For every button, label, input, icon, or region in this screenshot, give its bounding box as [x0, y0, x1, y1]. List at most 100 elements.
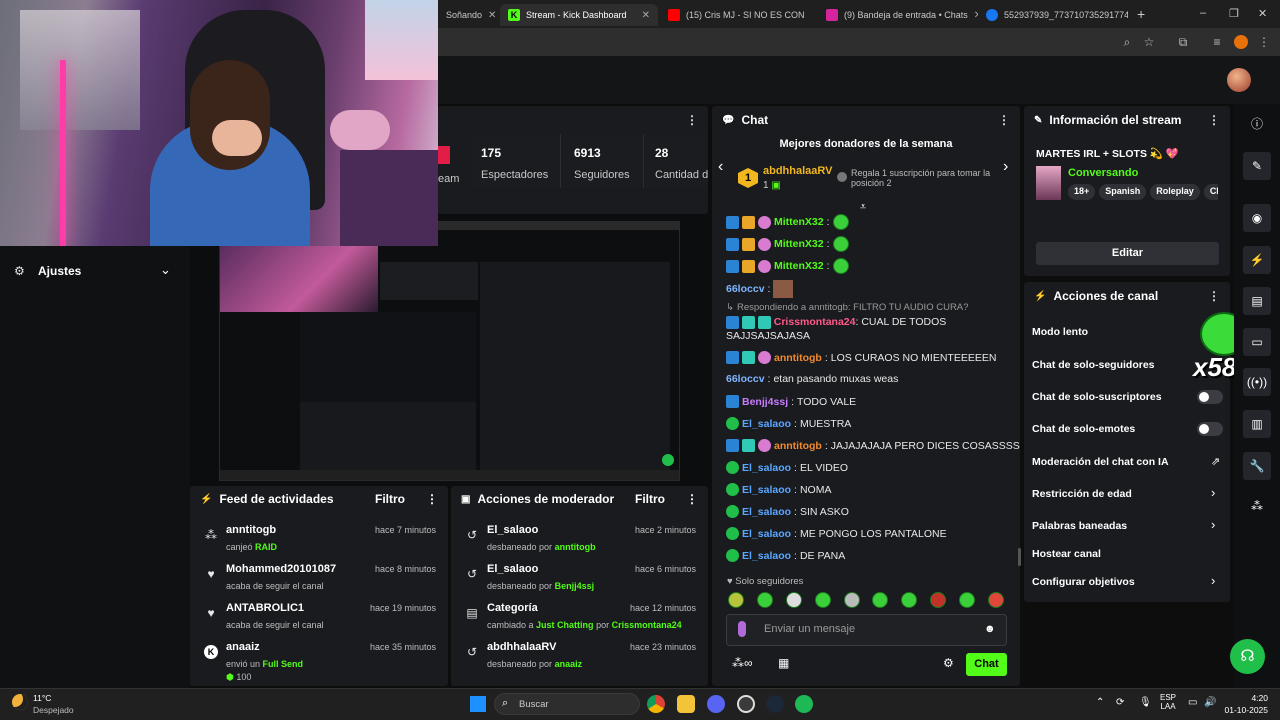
action-subscribers-only[interactable]: Chat de solo-suscriptores — [1032, 391, 1162, 403]
chat-message[interactable]: El_salaoo: DE PANA — [726, 549, 845, 562]
tag[interactable]: 18+ — [1068, 184, 1096, 200]
send-chat-button[interactable]: Chat — [966, 653, 1007, 676]
weather-moon-icon[interactable] — [12, 694, 28, 710]
minimize-button[interactable]: – — [1200, 7, 1206, 19]
info-icon[interactable]: ⓘ — [1243, 110, 1271, 138]
tab-kick-dashboard[interactable]: K Stream - Kick Dashboard ✕ — [500, 4, 658, 26]
discord-icon[interactable] — [707, 695, 725, 713]
more-icon[interactable]: ⋮ — [686, 492, 698, 506]
profile-icon[interactable] — [1234, 35, 1248, 49]
emote-icon[interactable] — [814, 592, 831, 608]
weather-temp[interactable]: 11°C — [33, 693, 51, 703]
new-tab-button[interactable]: + — [1137, 6, 1145, 22]
chat-message[interactable]: El_salaoo: MUESTRA — [726, 417, 851, 430]
subscribers-only-toggle[interactable] — [1197, 390, 1223, 404]
chat-message[interactable]: Benjj4ssj: TODO VALE — [726, 395, 856, 408]
gift-cta[interactable]: Regala 1 suscripción para tomar la posic… — [851, 168, 999, 188]
tab-facebook[interactable]: 552937939_773710735291774... ✕ — [978, 4, 1128, 26]
donor-name[interactable]: abdhhalaaRV — [763, 165, 833, 177]
zoom-icon[interactable]: ⌕ — [1119, 34, 1135, 50]
taskbar-search[interactable] — [494, 693, 640, 715]
chat-input[interactable]: Enviar un mensaje — [764, 623, 855, 635]
action-host-channel[interactable]: Hostear canal — [1032, 548, 1101, 560]
list-item[interactable]: ↺ El_salaoo desbaneado por anntitogb hac… — [451, 520, 708, 560]
chevron-down-icon[interactable]: ⌄ — [160, 262, 171, 278]
store-icon[interactable]: ▦ — [778, 656, 789, 670]
emote-icon[interactable] — [872, 592, 889, 608]
file-explorer-icon[interactable] — [677, 695, 695, 713]
emote-icon[interactable] — [785, 592, 802, 608]
language-indicator[interactable]: ESP LAA — [1160, 693, 1176, 711]
action-age-restriction[interactable]: Restricción de edad — [1032, 488, 1132, 500]
list-item[interactable]: ▤ Categoría cambiado a Just Chatting por… — [451, 598, 708, 638]
chevron-left-icon[interactable]: ‹ — [718, 158, 723, 176]
tab-sonando[interactable]: Soñando ✕ — [438, 4, 500, 26]
close-icon[interactable]: ✕ — [642, 10, 650, 21]
action-ai-moderation[interactable]: Moderación del chat con IA — [1032, 456, 1169, 468]
tag[interactable]: Ch — [1203, 184, 1218, 200]
emote-icon[interactable] — [756, 592, 773, 608]
edit-button[interactable]: Editar — [1036, 242, 1219, 265]
chat-scrollbar[interactable] — [1018, 548, 1021, 566]
settings-label[interactable]: Ajustes — [38, 264, 81, 278]
emote-icon[interactable] — [987, 592, 1004, 608]
chat-message[interactable]: 66loccv: etan pasando muxas weas — [726, 373, 898, 385]
chevron-right-icon[interactable]: › — [1211, 485, 1215, 500]
filter-button[interactable]: Filtro — [375, 492, 405, 506]
list-item[interactable]: ♥ ANTABROLIC1 acaba de seguir el canal h… — [190, 598, 448, 638]
more-icon[interactable]: ⋮ — [1208, 289, 1220, 303]
broadcast-icon[interactable]: ((•)) — [1243, 368, 1271, 396]
tab-youtube[interactable]: (15) Cris MJ - SI NO ES CON 🔈 — [660, 4, 805, 26]
emoji-icon[interactable]: ☻ — [984, 623, 996, 635]
tab-instagram[interactable]: (9) Bandeja de entrada • Chats ✕ — [818, 4, 978, 26]
chevron-right-icon[interactable]: › — [1003, 158, 1008, 176]
help-button[interactable]: ☊ — [1230, 639, 1265, 674]
document-icon[interactable]: ▤ — [1243, 287, 1271, 315]
emote-icon[interactable] — [930, 592, 947, 608]
apps-icon[interactable]: ⁂∞ — [732, 656, 753, 670]
network-icon[interactable]: ▭ — [1188, 697, 1197, 708]
tray-chevron-icon[interactable]: ⌃ — [1096, 697, 1104, 708]
chat-message[interactable]: El_salaoo: NOMA — [726, 483, 831, 496]
tag[interactable]: Roleplay — [1150, 184, 1200, 200]
spotify-icon[interactable] — [795, 695, 813, 713]
more-icon[interactable]: ⋮ — [426, 492, 438, 506]
list-item[interactable]: ♥ Mohammed20101087 acaba de seguir el ca… — [190, 559, 448, 599]
steam-icon[interactable] — [766, 695, 784, 713]
list-item[interactable]: K anaaiz envió un Full Send hace 35 minu… — [190, 637, 448, 677]
maximize-button[interactable]: ❐ — [1229, 7, 1239, 20]
chat-message[interactable]: El_salaoo: EL VIDEO — [726, 461, 848, 474]
dashboard-icon[interactable]: ▥ — [1243, 410, 1271, 438]
bolt-icon[interactable]: ⚡ — [1243, 246, 1271, 274]
filter-button[interactable]: Filtro — [635, 492, 665, 506]
chat-message[interactable]: anntitogb: LOS CURAOS NO MIENTEEEEEN — [726, 351, 996, 364]
external-link-icon[interactable]: ⇗ — [1211, 455, 1220, 468]
chrome-icon[interactable] — [647, 695, 665, 713]
chat-message[interactable]: 66loccv: — [726, 280, 794, 298]
list-item[interactable]: ↺ El_salaoo desbaneado por Benjj4ssj hac… — [451, 559, 708, 599]
close-icon[interactable]: ✕ — [488, 10, 496, 21]
chat-message[interactable]: MittenX32: — [726, 214, 849, 230]
gear-icon[interactable]: ⚙ — [943, 656, 954, 670]
more-icon[interactable]: ⋮ — [998, 113, 1010, 127]
extensions-icon[interactable]: ⧉ — [1175, 34, 1191, 50]
avatar[interactable] — [1227, 68, 1251, 92]
action-emotes-only[interactable]: Chat de solo-emotes — [1032, 423, 1135, 435]
chat-message[interactable]: El_salaoo: SIN ASKO — [726, 505, 849, 518]
chat-message[interactable]: Crissmontana24: CUAL DE TODOS SAJJSAJSAJ… — [726, 315, 1006, 343]
emote-icon[interactable] — [901, 592, 918, 608]
close-window-button[interactable]: ✕ — [1258, 7, 1267, 20]
chat-message[interactable]: anntitogb: JAJAJAJAJA PERO DICES COSASSS… — [726, 439, 1020, 452]
bookmark-star-icon[interactable]: ☆ — [1141, 34, 1157, 50]
sync-icon[interactable]: ⟳ — [1116, 697, 1124, 708]
list-item[interactable]: ↺ abdhhalaaRV desbaneado por anaaiz hace… — [451, 637, 708, 677]
chat-message[interactable]: MittenX32: — [726, 258, 849, 274]
clock[interactable]: 4:20 01-10-2025 — [1224, 693, 1268, 715]
chat-message[interactable]: El_salaoo: ME PONGO LOS PANTALONE — [726, 527, 947, 540]
more-icon[interactable]: ⋮ — [686, 113, 698, 127]
emote-icon[interactable] — [728, 592, 744, 608]
action-banned-words[interactable]: Palabras baneadas — [1032, 520, 1127, 532]
action-slow-mode[interactable]: Modo lento — [1032, 326, 1088, 338]
mic-icon[interactable] — [738, 621, 746, 637]
more-icon[interactable]: ⋮ — [1208, 113, 1220, 127]
